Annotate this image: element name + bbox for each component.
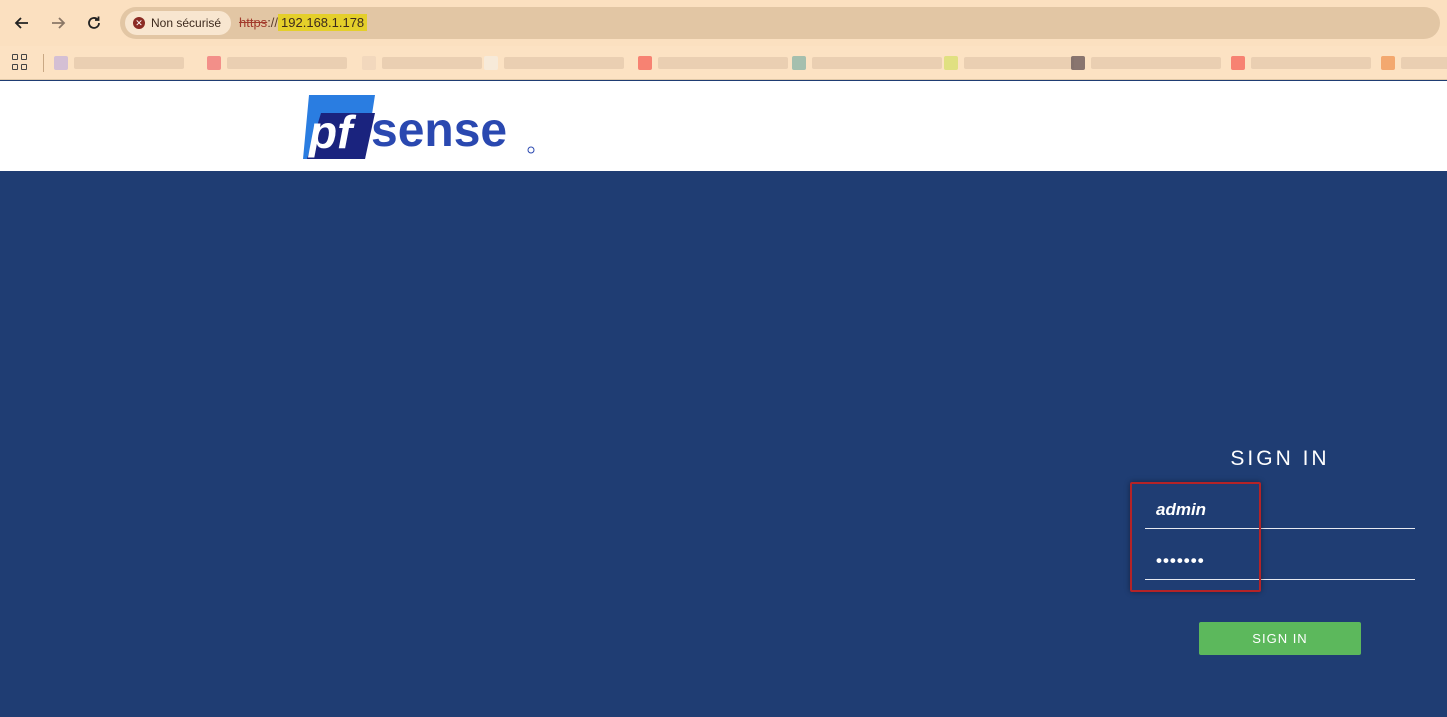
bookmark-item[interactable] bbox=[484, 55, 624, 71]
address-bar[interactable]: ✕ Non sécurisé https://192.168.1.178 bbox=[120, 7, 1440, 39]
svg-text:sense: sense bbox=[371, 104, 507, 157]
apps-grid-icon[interactable] bbox=[12, 54, 28, 70]
bookmark-item[interactable] bbox=[944, 55, 1074, 71]
back-arrow-icon bbox=[14, 17, 28, 29]
password-field[interactable] bbox=[1145, 542, 1415, 580]
forward-arrow-icon bbox=[52, 17, 66, 29]
username-field[interactable] bbox=[1145, 491, 1415, 529]
back-button[interactable] bbox=[10, 11, 34, 35]
bookmark-item[interactable] bbox=[1231, 55, 1371, 71]
bookmarks-bar bbox=[0, 46, 1447, 80]
bookmark-item[interactable] bbox=[792, 55, 942, 71]
signin-button[interactable]: SIGN IN bbox=[1199, 622, 1361, 655]
page-header: pf sense bbox=[0, 81, 1447, 171]
browser-toolbar: ✕ Non sécurisé https://192.168.1.178 bbox=[0, 0, 1447, 46]
security-label: Non sécurisé bbox=[151, 16, 222, 30]
bookmark-item[interactable] bbox=[207, 55, 347, 71]
url-text[interactable]: https://192.168.1.178 bbox=[239, 14, 368, 31]
signin-title: SIGN IN bbox=[1230, 447, 1330, 470]
reload-button[interactable] bbox=[82, 11, 106, 35]
svg-text:pf: pf bbox=[307, 106, 357, 158]
bookmarks-separator bbox=[43, 54, 44, 72]
url-separator: :// bbox=[267, 15, 279, 30]
bookmark-item[interactable] bbox=[54, 55, 184, 71]
bookmark-item[interactable] bbox=[1381, 55, 1447, 71]
bookmark-item[interactable] bbox=[362, 55, 482, 71]
forward-button[interactable] bbox=[46, 11, 70, 35]
reload-icon bbox=[88, 16, 100, 29]
pfsense-logo: pf sense bbox=[303, 95, 535, 159]
not-secure-icon: ✕ bbox=[133, 17, 145, 29]
bookmark-item[interactable] bbox=[1071, 55, 1221, 71]
url-scheme: https bbox=[239, 15, 268, 30]
security-indicator[interactable]: ✕ Non sécurisé bbox=[125, 11, 232, 35]
url-host: 192.168.1.178 bbox=[278, 14, 368, 31]
bookmark-item[interactable] bbox=[638, 55, 788, 71]
